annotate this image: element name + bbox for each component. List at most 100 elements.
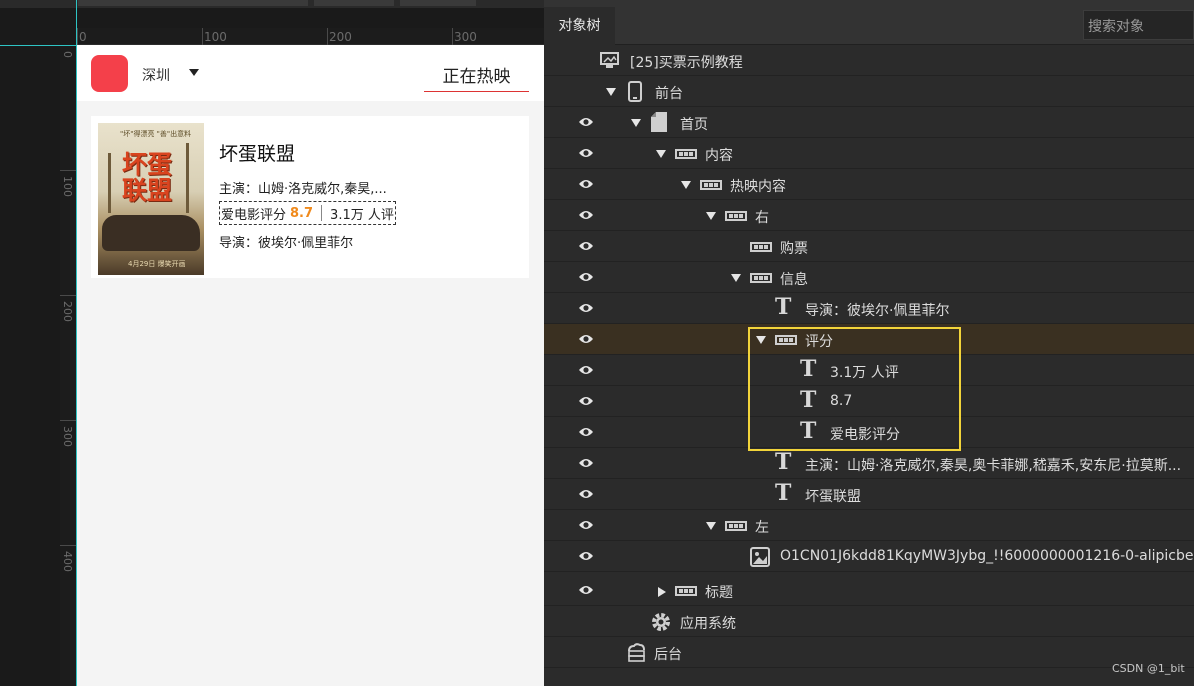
- tree-row-showing-content[interactable]: 热映内容: [544, 169, 1194, 200]
- movie-rating[interactable]: 爱电影评分 8.7 3.1万 人评: [219, 201, 396, 225]
- expand-arrow-icon[interactable]: [681, 181, 691, 189]
- tree-row-label: 标题: [705, 585, 733, 601]
- tree-row-title-text[interactable]: T 坏蛋联盟: [544, 479, 1194, 510]
- tree-row-right[interactable]: 右: [544, 200, 1194, 231]
- ruler-tick: [77, 28, 78, 45]
- tree-row-content[interactable]: 内容: [544, 138, 1194, 169]
- poster-date: 4月29日 爆笑开画: [128, 260, 186, 268]
- ruler-tick: [60, 295, 77, 296]
- tab-object-tree[interactable]: 对象树: [544, 7, 615, 45]
- ruler-label: 300: [61, 426, 74, 447]
- tree-row-info[interactable]: 信息: [544, 262, 1194, 293]
- strip-segment: [314, 0, 394, 6]
- phone-preview[interactable]: 深圳 正在热映 "坏"得漂亮 "善"出意料 坏蛋 联盟 4月29日 爆笑开画 坏…: [77, 45, 544, 686]
- tree-row-label: 3.1万 人评: [830, 365, 899, 381]
- text-icon: T: [775, 480, 792, 506]
- tree-row-rating[interactable]: 评分: [544, 324, 1194, 355]
- eye-visibility-icon[interactable]: [578, 146, 594, 160]
- text-icon: T: [800, 387, 817, 413]
- eye-visibility-icon[interactable]: [578, 518, 594, 532]
- app-header: 深圳 正在热映: [77, 45, 544, 101]
- palm-tree-decoration: [108, 153, 111, 213]
- tree-row-homepage[interactable]: 首页: [544, 107, 1194, 138]
- tree-row-project[interactable]: [25]买票示例教程: [544, 45, 1194, 76]
- container-icon: [675, 149, 697, 159]
- strip-segment: [400, 0, 476, 6]
- mobile-device-icon: [628, 81, 642, 102]
- tree-row-label: 导演：彼埃尔·佩里菲尔: [805, 303, 950, 319]
- eye-visibility-icon[interactable]: [578, 363, 594, 377]
- tree-row-left[interactable]: 左: [544, 510, 1194, 541]
- tree-row-label: 信息: [780, 272, 808, 288]
- eye-visibility-icon[interactable]: [578, 115, 594, 129]
- poster-car-art: [102, 215, 200, 251]
- eye-visibility-icon[interactable]: [578, 208, 594, 222]
- expand-arrow-icon[interactable]: [706, 522, 716, 530]
- server-cloud-icon: [628, 643, 645, 662]
- tree-row-label: O1CN01J6kdd81KqyMW3Jybg_!!6000000001216-…: [780, 548, 1194, 564]
- collapse-arrow-icon[interactable]: [658, 587, 666, 597]
- eye-visibility-icon[interactable]: [578, 301, 594, 315]
- eye-visibility-icon[interactable]: [578, 456, 594, 470]
- movie-cast: 主演：山姆·洛克威尔,秦昊,...: [219, 182, 387, 197]
- canvas-top-strip: [0, 0, 544, 8]
- app-logo[interactable]: [91, 55, 128, 92]
- container-icon: [750, 273, 772, 283]
- tree-row-label: 购票: [780, 241, 808, 257]
- search-input[interactable]: 搜索对象: [1083, 10, 1194, 40]
- container-icon: [675, 586, 697, 596]
- movie-poster[interactable]: "坏"得漂亮 "善"出意料 坏蛋 联盟 4月29日 爆笑开画: [98, 123, 204, 275]
- horizontal-ruler: 0 100 200 300: [77, 28, 544, 45]
- city-selector-label[interactable]: 深圳: [142, 65, 170, 85]
- ruler-tick: [202, 28, 203, 45]
- tree-row-app-system[interactable]: 应用系统: [544, 606, 1194, 637]
- eye-visibility-icon[interactable]: [578, 270, 594, 284]
- tree-row-image[interactable]: O1CN01J6kdd81KqyMW3Jybg_!!6000000001216-…: [544, 541, 1194, 572]
- expand-arrow-icon[interactable]: [631, 119, 641, 127]
- tree-row-label: 后台: [654, 647, 682, 663]
- tree-row-label: 内容: [705, 148, 733, 164]
- expand-arrow-icon[interactable]: [606, 88, 616, 96]
- tree-row-label: [25]买票示例教程: [630, 55, 743, 71]
- tree-row-header[interactable]: 标题: [544, 575, 1194, 606]
- container-icon: [700, 180, 722, 190]
- ruler-label: 0: [61, 51, 74, 58]
- ruler-label: 200: [329, 30, 352, 44]
- eye-visibility-icon[interactable]: [578, 583, 594, 597]
- movie-card[interactable]: "坏"得漂亮 "善"出意料 坏蛋 联盟 4月29日 爆笑开画 坏蛋联盟 主演：山…: [91, 116, 529, 278]
- eye-visibility-icon[interactable]: [578, 394, 594, 408]
- tree-row-label: 爱电影评分: [830, 427, 900, 443]
- tree-row-backend[interactable]: 后台: [544, 637, 1194, 668]
- tree-row-label: 坏蛋联盟: [805, 489, 861, 505]
- expand-arrow-icon[interactable]: [706, 212, 716, 220]
- ruler-tick: [60, 545, 77, 546]
- tree-row-label: 主演：山姆·洛克威尔,秦昊,奥卡菲娜,嵇嘉禾,安东尼·拉莫斯...: [805, 458, 1182, 474]
- eye-visibility-icon[interactable]: [578, 239, 594, 253]
- tree-row-rating-label[interactable]: T 爱电影评分: [544, 417, 1194, 448]
- caret-down-icon[interactable]: [189, 69, 199, 76]
- expand-arrow-icon[interactable]: [731, 274, 741, 282]
- object-tree-panel: 对象树 搜索对象 [25]买票示例教程 前台 首页 内容 热映内容 右 购票 信…: [544, 0, 1194, 686]
- tree-row-label: 右: [755, 210, 769, 226]
- container-icon: [775, 335, 797, 345]
- tree-row-director-text[interactable]: T 导演：彼埃尔·佩里菲尔: [544, 293, 1194, 324]
- tree-row-cast-text[interactable]: T 主演：山姆·洛克威尔,秦昊,奥卡菲娜,嵇嘉禾,安东尼·拉莫斯...: [544, 448, 1194, 479]
- tree-row-rating-count[interactable]: T 3.1万 人评: [544, 355, 1194, 386]
- rating-score: 8.7: [290, 205, 314, 221]
- panel-header: 对象树 搜索对象: [544, 0, 1194, 45]
- tree-row-label: 热映内容: [730, 179, 786, 195]
- tree-row-rating-score[interactable]: T 8.7: [544, 386, 1194, 417]
- rating-divider: [321, 205, 323, 221]
- design-canvas[interactable]: 0 100 200 300 0 100 200 300 400 深圳 正在热映 …: [0, 0, 544, 686]
- eye-visibility-icon[interactable]: [578, 177, 594, 191]
- tab-now-showing[interactable]: 正在热映: [424, 59, 529, 92]
- guide-line-horizontal[interactable]: [0, 45, 77, 46]
- eye-visibility-icon[interactable]: [578, 487, 594, 501]
- expand-arrow-icon[interactable]: [656, 150, 666, 158]
- eye-visibility-icon[interactable]: [578, 425, 594, 439]
- expand-arrow-icon[interactable]: [756, 336, 766, 344]
- eye-visibility-icon[interactable]: [578, 332, 594, 346]
- eye-visibility-icon[interactable]: [578, 549, 594, 563]
- tree-row-frontend[interactable]: 前台: [544, 76, 1194, 107]
- tree-row-buy-ticket[interactable]: 购票: [544, 231, 1194, 262]
